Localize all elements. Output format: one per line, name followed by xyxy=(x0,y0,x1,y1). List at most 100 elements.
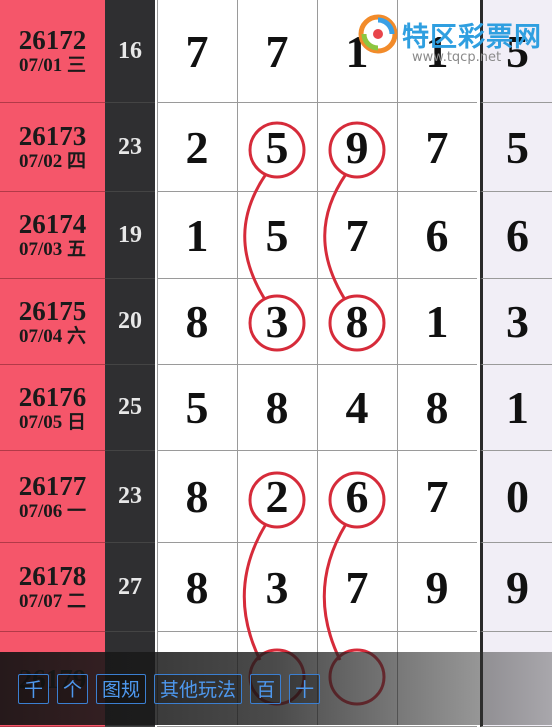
toolbar-button-0[interactable]: 千 xyxy=(18,673,50,704)
draw-date: 07/01 三 xyxy=(18,55,87,76)
drawn-digit: 7 xyxy=(345,209,369,261)
drawn-digit: 2 xyxy=(265,471,289,522)
digit-sum: 23 xyxy=(118,133,142,160)
drawn-digit: 7 xyxy=(265,25,289,77)
draw-cell: 26172 07/01 三 xyxy=(0,0,105,103)
digit-cell: 3 xyxy=(237,543,317,632)
draw-date: 07/07 二 xyxy=(18,591,87,612)
digit-cell: 7 xyxy=(397,451,477,543)
digit-cell: 3 xyxy=(237,279,317,365)
sum-cell: 25 xyxy=(105,365,155,451)
digit-cell: 8 xyxy=(157,451,237,543)
drawn-digit: 4 xyxy=(345,382,369,433)
sum-cell: 16 xyxy=(105,0,155,103)
draw-date: 07/02 四 xyxy=(18,151,87,172)
digit-cell-last: 3 xyxy=(480,279,552,365)
digit-cell: 5 xyxy=(237,192,317,279)
draw-number: 26176 xyxy=(18,381,87,412)
digit-sum: 20 xyxy=(118,308,142,334)
table-row: 26173 07/02 四 23 2 5 9 7 5 xyxy=(0,103,552,192)
drawn-digit: 7 xyxy=(425,471,449,522)
digit-cell: 2 xyxy=(157,103,237,192)
sum-cell: 23 xyxy=(105,103,155,192)
digit-sum: 23 xyxy=(118,483,142,509)
draw-date: 07/03 五 xyxy=(18,239,87,260)
site-logo: 特区彩票网 xyxy=(358,14,542,54)
drawn-digit: 6 xyxy=(506,209,529,261)
draw-cell: 26178 07/07 二 xyxy=(0,543,105,632)
grid-line xyxy=(237,0,238,725)
digit-cell: 8 xyxy=(157,543,237,632)
drawn-digit: 1 xyxy=(506,382,529,433)
digit-cell-last: 0 xyxy=(480,451,552,543)
drawn-digit: 9 xyxy=(506,561,529,613)
draw-cell: 26174 07/03 五 xyxy=(0,192,105,279)
digit-cell: 1 xyxy=(397,279,477,365)
drawn-digit: 7 xyxy=(425,121,449,173)
table-row: 26176 07/05 日 25 5 8 4 8 1 xyxy=(0,365,552,451)
draw-date: 07/06 一 xyxy=(18,500,87,522)
draw-number: 26177 xyxy=(18,470,87,501)
drawn-digit: 3 xyxy=(506,296,529,347)
table-row: 26174 07/03 五 19 1 5 7 6 6 xyxy=(0,192,552,279)
digit-cell-last: 1 xyxy=(480,365,552,451)
drawn-digit: 2 xyxy=(185,121,209,173)
toolbar-button-2[interactable]: 图规 xyxy=(96,673,147,704)
digit-cell: 8 xyxy=(317,279,397,365)
drawn-digit: 6 xyxy=(425,209,449,261)
draw-cell: 26173 07/02 四 xyxy=(0,103,105,192)
digit-cell: 8 xyxy=(237,365,317,451)
sum-cell: 20 xyxy=(105,279,155,365)
drawn-digit: 3 xyxy=(265,296,289,347)
digit-cell: 7 xyxy=(317,192,397,279)
draw-date: 07/04 六 xyxy=(18,325,87,347)
draw-number: 26174 xyxy=(18,209,87,239)
drawn-digit: 1 xyxy=(425,296,449,347)
toolbar-button-4[interactable]: 百 xyxy=(250,673,282,704)
drawn-digit: 3 xyxy=(265,561,289,613)
drawn-digit: 6 xyxy=(345,471,369,522)
drawn-digit: 9 xyxy=(425,561,449,613)
digit-cell: 9 xyxy=(317,103,397,192)
digit-cell-last: 6 xyxy=(480,192,552,279)
table-row: 26175 07/04 六 20 8 3 8 1 3 xyxy=(0,279,552,365)
drawn-digit: 7 xyxy=(185,25,209,77)
drawn-digit: 7 xyxy=(345,561,369,613)
drawn-digit: 5 xyxy=(185,382,209,433)
drawn-digit: 8 xyxy=(185,296,209,347)
drawn-digit: 8 xyxy=(265,382,289,433)
digit-cell: 4 xyxy=(317,365,397,451)
table-row: 26178 07/07 二 27 8 3 7 9 9 xyxy=(0,543,552,632)
draw-number: 26178 xyxy=(18,561,87,591)
bottom-toolbar: 千个图规 其他玩法百十 xyxy=(0,652,552,725)
drawn-digit: 8 xyxy=(185,561,209,613)
drawn-digit: 5 xyxy=(506,121,529,173)
swirl-logo-icon xyxy=(358,14,398,54)
drawn-digit: 5 xyxy=(265,209,289,261)
sum-cell: 19 xyxy=(105,192,155,279)
drawn-digit: 0 xyxy=(506,471,529,522)
digit-sum: 16 xyxy=(118,37,142,64)
draw-cell: 26176 07/05 日 xyxy=(0,365,105,451)
digit-cell-last: 9 xyxy=(480,543,552,632)
drawn-digit: 5 xyxy=(265,121,289,173)
toolbar-button-5[interactable]: 十 xyxy=(289,673,321,704)
digit-cell: 5 xyxy=(237,103,317,192)
sum-cell: 23 xyxy=(105,451,155,543)
digit-cell: 9 xyxy=(397,543,477,632)
site-url: www.tqcp.net xyxy=(412,50,502,65)
site-name: 特区彩票网 xyxy=(402,21,542,53)
grid-line xyxy=(397,0,398,725)
table-row: 26177 07/06 一 23 8 2 6 7 0 xyxy=(0,451,552,543)
digit-cell: 6 xyxy=(397,192,477,279)
toolbar-button-1[interactable]: 个 xyxy=(57,673,89,704)
toolbar-button-3[interactable]: 其他玩法 xyxy=(154,673,243,704)
digit-cell: 7 xyxy=(237,0,317,103)
digit-cell: 5 xyxy=(157,365,237,451)
digit-cell: 8 xyxy=(397,365,477,451)
draw-number: 26175 xyxy=(18,295,87,326)
drawn-digit: 8 xyxy=(185,471,209,522)
draw-date: 07/05 日 xyxy=(18,411,87,433)
digit-cell: 8 xyxy=(157,279,237,365)
digit-cell: 2 xyxy=(237,451,317,543)
